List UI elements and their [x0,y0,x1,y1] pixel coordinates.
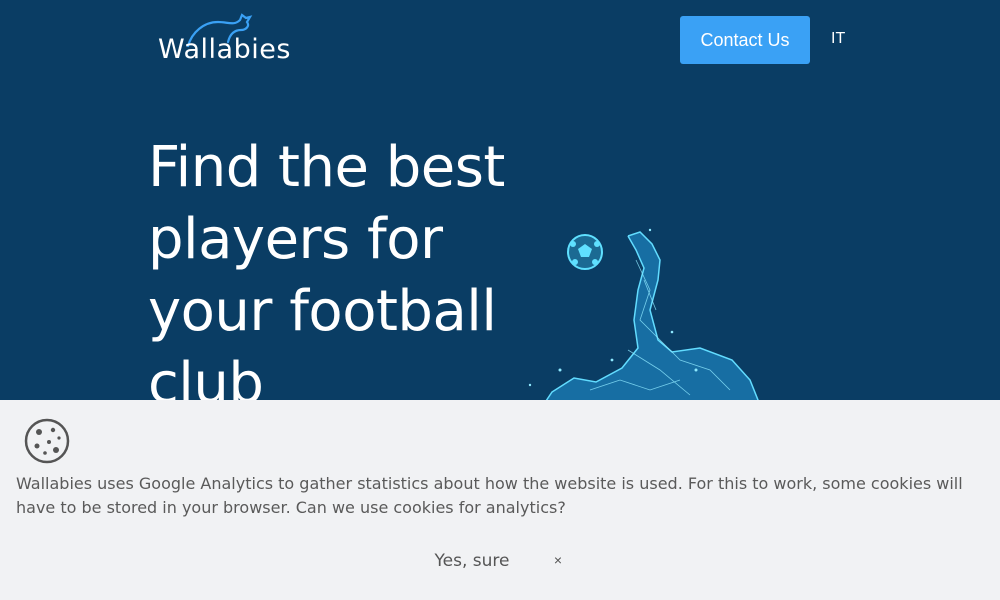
cookie-banner: Wallabies uses Google Analytics to gathe… [0,400,1000,600]
accept-cookies-button[interactable]: Yes, sure [420,546,524,576]
site-header: Wallabies Contact Us IT [0,0,1000,80]
logo-text: Wallabies [158,34,291,65]
language-switch-link[interactable]: IT [831,30,845,48]
logo-link[interactable]: Wallabies [158,12,291,68]
hero-title: Find the best players for your football … [148,135,505,416]
football-icon [567,234,603,270]
football-player-illustration [528,228,763,410]
contact-us-button[interactable]: Contact Us [680,16,810,64]
cookie-icon [24,418,70,464]
close-icon[interactable]: × [548,550,568,570]
cookie-message: Wallabies uses Google Analytics to gathe… [16,474,963,517]
